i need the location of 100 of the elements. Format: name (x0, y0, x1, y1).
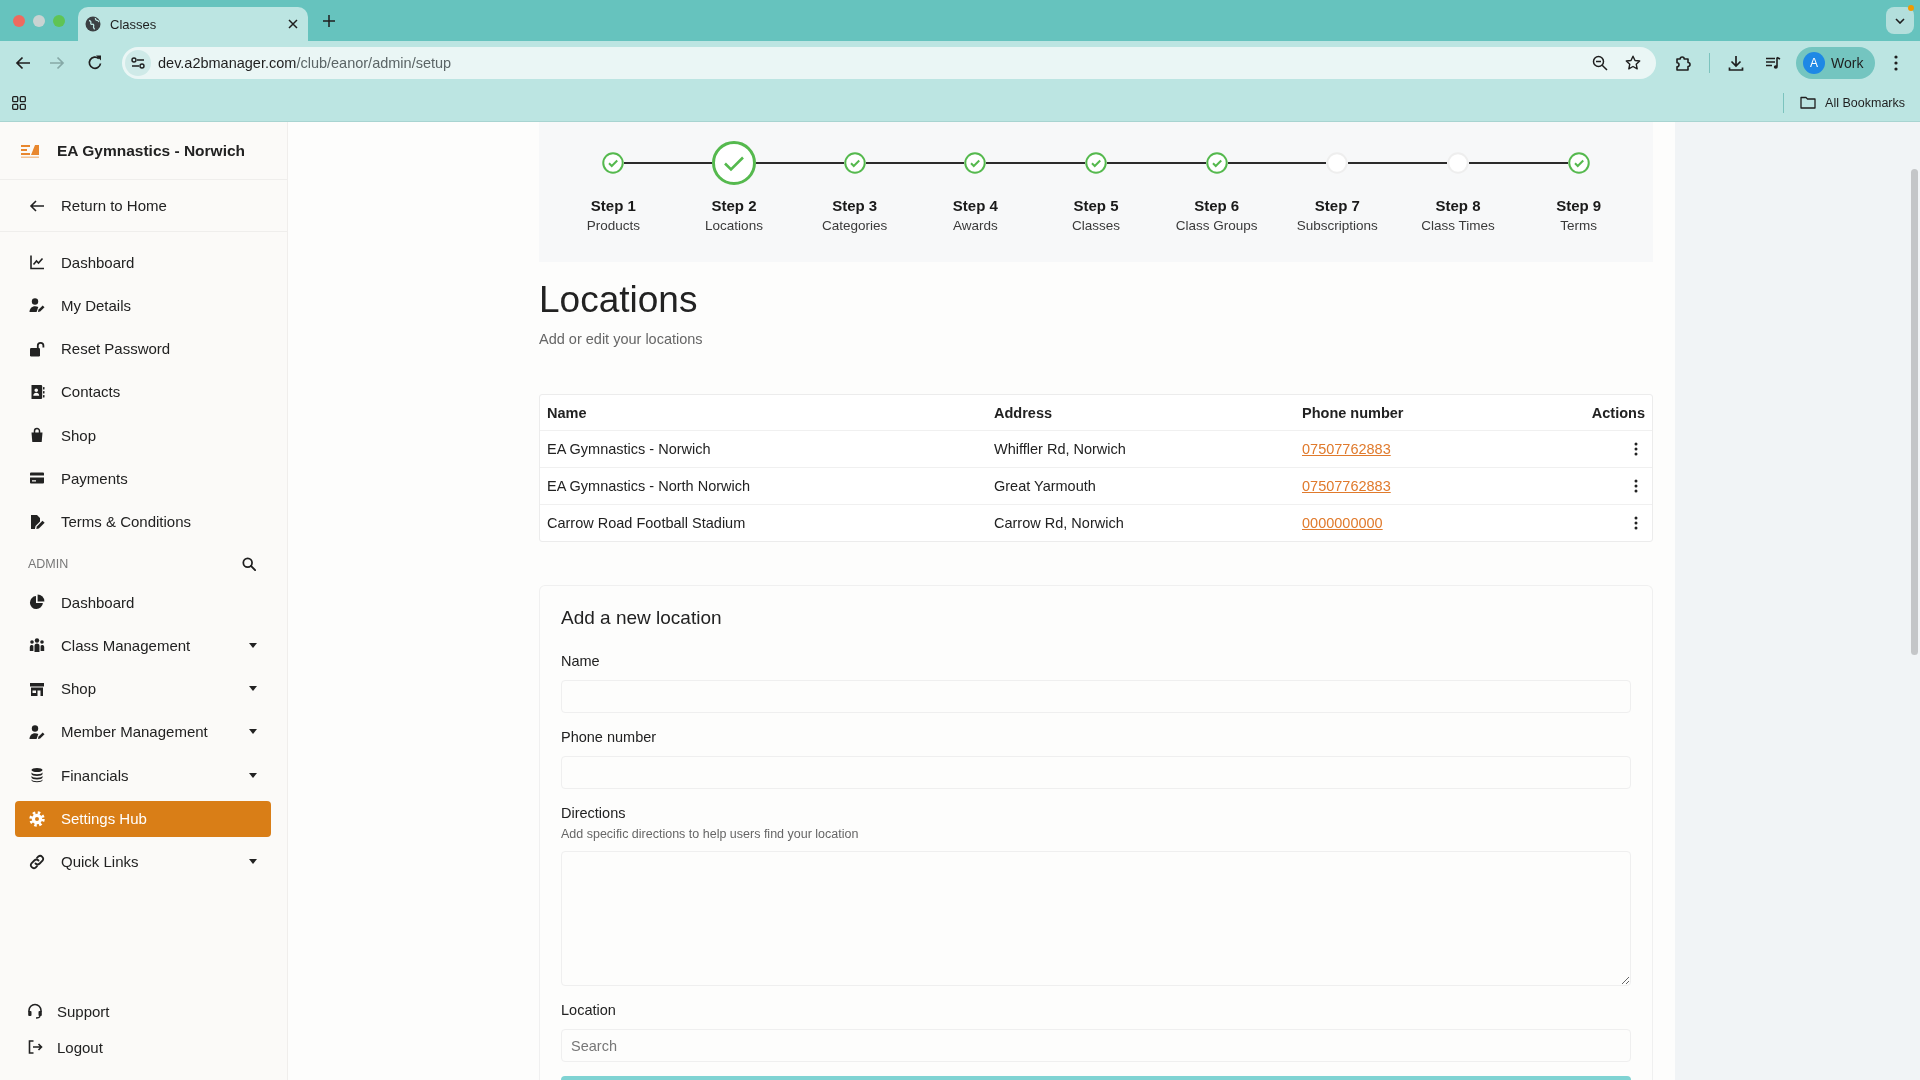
user-edit-icon (29, 297, 45, 314)
check-circle-icon[interactable] (1205, 152, 1228, 174)
link-icon (29, 853, 45, 870)
search-icon[interactable] (242, 556, 256, 571)
nav-item[interactable]: Shop (15, 417, 271, 454)
check-circle-icon[interactable] (964, 152, 987, 174)
section-label: ADMIN (28, 556, 69, 571)
arrow-left-icon (29, 197, 45, 214)
search-field[interactable]: Search (561, 1029, 1631, 1062)
tab-list-button[interactable] (1886, 7, 1914, 34)
caret-down-icon (249, 729, 257, 735)
download-icon[interactable] (1727, 53, 1745, 72)
step-title: Step 5 (1073, 197, 1119, 215)
column-header: Actions (1590, 404, 1645, 421)
nav-item[interactable]: Financials (15, 757, 271, 794)
address-text: dev.a2bmanager.com/club/eanor/admin/setup (158, 54, 453, 71)
textarea-field[interactable] (561, 851, 1631, 986)
nav-item[interactable]: Logout (27, 1029, 287, 1065)
step-title: Step 2 (711, 197, 757, 215)
check-circle-icon[interactable] (1567, 152, 1590, 174)
field-label: Name (561, 652, 601, 671)
document-pen-icon (29, 513, 45, 530)
zoom-out-icon[interactable] (1592, 54, 1608, 71)
table-cell-text: Carrow Rd, Norwich (994, 515, 1125, 531)
profile-button[interactable]: A Work (1796, 46, 1875, 79)
nav-item[interactable]: Terms & Conditions (15, 503, 271, 540)
step-title: Step 6 (1194, 197, 1240, 215)
storefront-icon (29, 680, 45, 697)
step-label: Categories (822, 217, 888, 234)
step-title: Step 4 (952, 197, 998, 215)
vertical-dots-icon[interactable] (1634, 516, 1638, 530)
site-settings-icon[interactable] (125, 49, 151, 76)
folder-icon (1800, 96, 1817, 109)
table-cell-text: Great Yarmouth (994, 478, 1097, 494)
plus-icon[interactable] (323, 14, 335, 27)
scrollbar-thumb[interactable] (1910, 169, 1918, 655)
menu-icon[interactable] (1894, 54, 1898, 71)
step-label: Locations (705, 217, 763, 234)
check-circle-icon[interactable] (602, 152, 625, 174)
nav-item[interactable]: Contacts (15, 373, 271, 410)
step-title: Step 7 (1314, 197, 1360, 215)
return-link[interactable]: Return to Home (29, 197, 167, 214)
step-label: Class Groups (1175, 217, 1258, 234)
user-edit-icon (29, 723, 45, 740)
check-circle-icon[interactable] (843, 152, 866, 174)
nav-item[interactable]: Dashboard (15, 584, 271, 621)
column-header: Name (547, 404, 588, 421)
caret-down-icon (249, 686, 257, 692)
padlock-icon (29, 340, 45, 357)
nav-item[interactable]: Class Management (15, 627, 271, 664)
line-chart-icon (29, 254, 45, 270)
step-title: Step 8 (1435, 197, 1481, 215)
pie-chart-icon (29, 594, 45, 611)
headset-icon (27, 1003, 43, 1019)
step-label: Class Times (1421, 217, 1495, 234)
globe-icon (85, 16, 101, 32)
table-cell-text: EA Gymnastics - North Norwich (547, 478, 752, 494)
column-header: Phone number (1302, 404, 1405, 421)
field-hint: Add specific directions to help users find your location (561, 826, 860, 842)
puzzle-icon[interactable] (1674, 53, 1692, 72)
chevron-down-icon (1895, 17, 1905, 24)
address-bar[interactable]: dev.a2bmanager.com/club/eanor/admin/setup (122, 46, 1656, 79)
avatar: A (1803, 51, 1825, 74)
nav-item[interactable]: Member Management (15, 713, 271, 750)
page-subtitle: Add or edit your locations (539, 330, 704, 349)
browser-tab[interactable]: Classes (78, 7, 308, 41)
step-title: Step 1 (590, 197, 636, 215)
step-label: Subscriptions (1296, 217, 1378, 234)
nav-item[interactable]: Payments (15, 460, 271, 497)
check-circle-icon[interactable] (712, 141, 756, 185)
step-title: Step 3 (832, 197, 878, 215)
column-header: Address (994, 404, 1054, 421)
nav-item[interactable]: Quick Links (15, 843, 271, 880)
check-circle-icon[interactable] (1085, 152, 1107, 174)
people-icon (29, 637, 45, 654)
close-icon[interactable] (288, 19, 298, 29)
caret-down-icon (249, 859, 257, 865)
caret-down-icon (249, 772, 257, 778)
vertical-dots-icon[interactable] (1634, 442, 1638, 456)
field-label: Location (561, 1001, 617, 1020)
nav-item[interactable]: Reset Password (15, 330, 271, 367)
form-title: Add a new location (561, 606, 723, 630)
vertical-dots-icon[interactable] (1634, 479, 1638, 493)
nav-item[interactable]: My Details (15, 287, 271, 324)
step-label: Terms (1560, 217, 1598, 234)
star-icon[interactable] (1625, 54, 1641, 71)
nav-item[interactable]: Shop (15, 670, 271, 707)
all-bookmarks-button[interactable]: All Bookmarks (1800, 95, 1905, 110)
shopping-bag-icon (29, 427, 45, 444)
nav-item[interactable]: Support (27, 993, 287, 1029)
table-cell-text: EA Gymnastics - Norwich (547, 441, 712, 457)
caret-down-icon (249, 642, 257, 648)
club-logo-icon (21, 143, 39, 158)
address-book-icon (29, 383, 45, 400)
coins-icon (29, 767, 45, 784)
logout-icon (27, 1039, 43, 1055)
reload-icon[interactable] (86, 53, 104, 72)
nav-item[interactable]: Dashboard (15, 244, 271, 280)
grid-icon[interactable] (12, 95, 26, 110)
notification-dot-icon (1908, 5, 1914, 11)
